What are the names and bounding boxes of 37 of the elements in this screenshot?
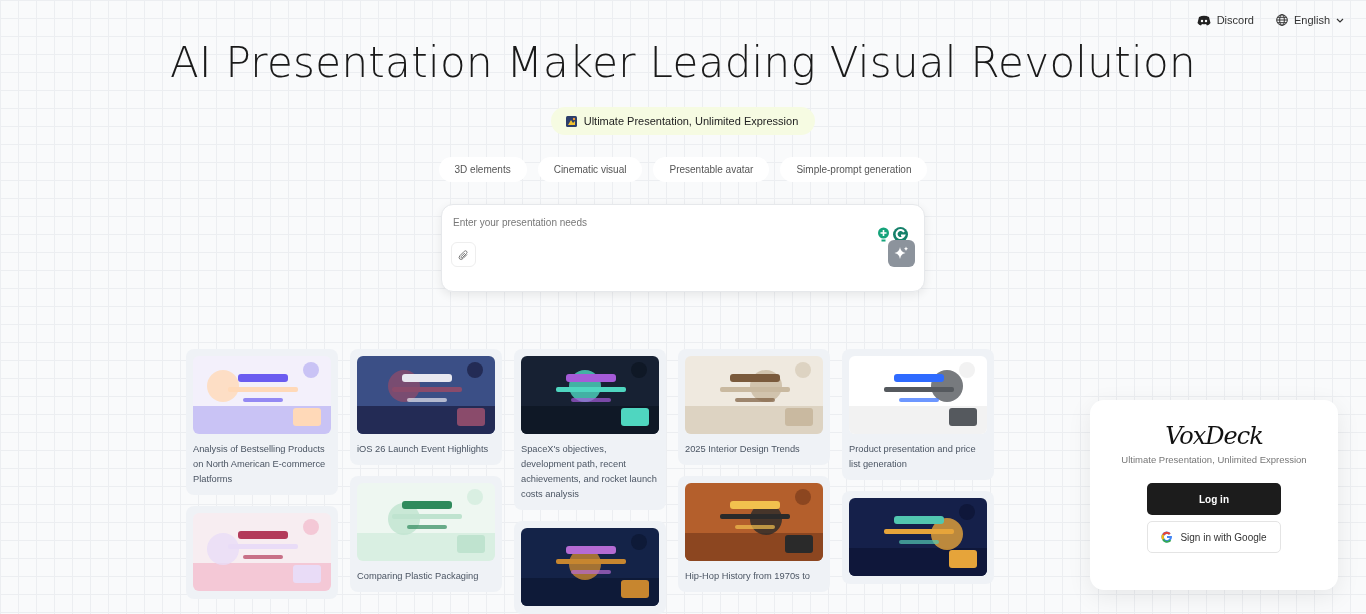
discord-link[interactable]: Discord — [1196, 12, 1254, 29]
card-title: Hip-Hop History from 1970s to — [685, 570, 812, 583]
login-button[interactable]: Log in — [1147, 483, 1281, 515]
feature-chip[interactable]: 3D elements — [438, 157, 527, 183]
feature-chip[interactable]: Cinematic visual — [537, 157, 643, 183]
card-title: 2025 Interior Design Trends — [685, 443, 801, 456]
gamepad-icon — [1196, 14, 1211, 26]
language-selector[interactable]: English — [1275, 12, 1344, 29]
example-card[interactable] — [514, 521, 666, 614]
example-card[interactable]: Product presentation and price list generation — [842, 349, 994, 480]
example-card[interactable] — [842, 491, 994, 584]
feature-chip[interactable]: Presentable avatar — [653, 157, 770, 183]
example-card[interactable]: 2025 Interior Design Trends — [678, 349, 830, 465]
chevron-down-icon — [1336, 17, 1344, 23]
paperclip-icon — [458, 248, 469, 261]
generate-button[interactable] — [888, 240, 915, 267]
prompt-field[interactable]: Enter your presentation needs — [441, 204, 925, 293]
card-title: SpaceX's objectives, development path, recent achievements, and rocket launch costs analysis — [521, 443, 658, 501]
card-title: Analysis of Bestselling Products on North American E-commerce Platforms — [193, 443, 327, 486]
google-signin-button[interactable]: Sign in with Google — [1147, 521, 1281, 553]
example-card[interactable]: SpaceX's objectives, development path, recent achievements, and rocket launch costs analysis — [514, 349, 666, 510]
logo: VoxDeck — [1165, 422, 1263, 450]
example-card[interactable]: Hip-Hop History from 1970s to — [678, 476, 830, 592]
card-title: Comparing Plastic Packaging — [357, 570, 480, 583]
globe-icon — [1275, 14, 1288, 27]
card-title: Product presentation and price list generation — [849, 443, 977, 471]
attach-button[interactable] — [451, 242, 476, 267]
g-logo-icon — [1161, 531, 1174, 543]
example-card[interactable]: iOS 26 Launch Event Highlights — [350, 349, 502, 465]
example-card[interactable]: Comparing Plastic Packaging — [350, 476, 502, 592]
card-title: iOS 26 Launch Event Highlights — [357, 443, 490, 456]
example-card[interactable]: Analysis of Bestselling Products on North American E-commerce Platforms — [186, 349, 338, 495]
feature-chip[interactable]: Simple-prompt generation — [780, 157, 928, 183]
page-title: AI Presentation Maker Leading Visual Revolution — [170, 38, 1196, 88]
image-icon — [565, 116, 577, 127]
login-tagline: Ultimate Presentation, Unlimited Expression — [1121, 454, 1307, 465]
tagline-text: Ultimate Presentation, Unlimited Expression — [583, 115, 799, 128]
